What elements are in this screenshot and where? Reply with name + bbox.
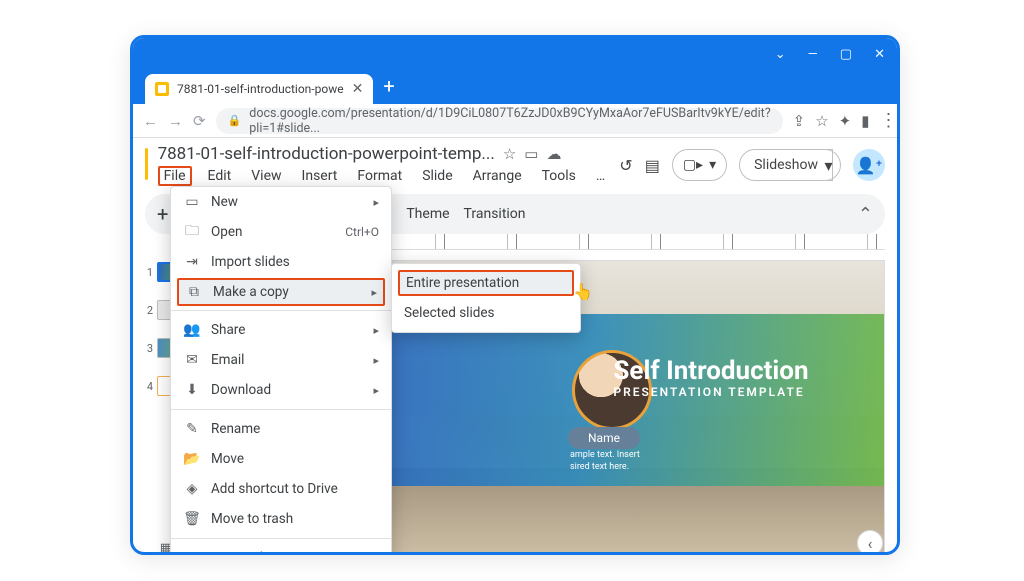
slides-favicon-icon bbox=[155, 82, 169, 96]
menu-add-shortcut[interactable]: ◈Add shortcut to Drive bbox=[171, 474, 391, 504]
menu-arrange[interactable]: Arrange bbox=[469, 166, 526, 186]
chevron-down-icon: ▾ bbox=[709, 157, 716, 173]
move-doc-icon[interactable]: ▭ bbox=[524, 145, 538, 163]
window-titlebar: ⌄ ― ▢ ✕ bbox=[133, 38, 897, 70]
drive-shortcut-icon: ◈ bbox=[183, 481, 201, 497]
menu-tools[interactable]: Tools bbox=[538, 166, 580, 186]
nav-reload-icon[interactable]: ⟳ bbox=[193, 112, 206, 130]
slides-logo-icon[interactable] bbox=[145, 148, 148, 180]
submenu-entire-presentation[interactable]: Entire presentation bbox=[398, 270, 574, 296]
chevron-right-icon: ▸ bbox=[373, 196, 379, 209]
url-text: docs.google.com/presentation/d/1D9CiL080… bbox=[249, 106, 770, 136]
tab-strip: 7881-01-self-introduction-powe ✕ + bbox=[133, 70, 897, 104]
folder-icon: 🗀 bbox=[183, 220, 201, 244]
email-icon: ✉ bbox=[183, 352, 201, 368]
menu-insert[interactable]: Insert bbox=[298, 166, 342, 186]
menu-move[interactable]: 📂Move bbox=[171, 444, 391, 474]
menu-new[interactable]: ▭New▸ bbox=[171, 187, 391, 217]
omnibox[interactable]: 🔒 docs.google.com/presentation/d/1D9CiL0… bbox=[216, 108, 783, 134]
profile-icon[interactable]: ▮ bbox=[861, 112, 869, 130]
toolbar-right: ⇪ ☆ ✦ ▮ ⋮ bbox=[793, 110, 898, 131]
slide-title: Self Introduction bbox=[613, 356, 808, 386]
share-button[interactable]: 👤⁺ bbox=[853, 149, 885, 181]
window-chevron-icon[interactable]: ⌄ bbox=[775, 47, 786, 62]
history-icon: ↻ bbox=[183, 550, 201, 555]
comments-icon[interactable]: ▤ bbox=[645, 156, 660, 175]
extensions-icon[interactable]: ✦ bbox=[839, 112, 852, 130]
slide-subtitle: PRESENTATION TEMPLATE bbox=[613, 385, 804, 399]
thumb-num: 4 bbox=[147, 380, 153, 393]
menu-rename[interactable]: ✎Rename bbox=[171, 414, 391, 444]
pencil-icon: ✎ bbox=[183, 421, 201, 437]
trash-icon: 🗑 bbox=[183, 511, 201, 527]
toolbar-transition[interactable]: Transition bbox=[464, 206, 526, 222]
share-url-icon[interactable]: ⇪ bbox=[793, 112, 806, 130]
thumb-num: 1 bbox=[147, 266, 153, 279]
nav-forward-icon[interactable]: → bbox=[168, 112, 183, 130]
share-icon: 👥 bbox=[183, 322, 201, 338]
menu-file[interactable]: File bbox=[158, 166, 192, 186]
menu-make-copy[interactable]: ⧉Make a copy▸ bbox=[177, 278, 385, 306]
make-copy-submenu: Entire presentation Selected slides bbox=[391, 263, 581, 333]
nav-back-icon[interactable]: ← bbox=[143, 112, 158, 130]
menu-format[interactable]: Format bbox=[353, 166, 406, 186]
camera-icon: ▢▸ bbox=[683, 157, 703, 173]
download-icon: ⬇ bbox=[183, 382, 201, 398]
window-minimize-icon[interactable]: ― bbox=[808, 47, 818, 62]
menu-slide[interactable]: Slide bbox=[418, 166, 456, 186]
menu-trash[interactable]: 🗑Move to trash bbox=[171, 504, 391, 534]
menu-edit[interactable]: Edit bbox=[204, 166, 236, 186]
toolbar-theme[interactable]: Theme bbox=[406, 206, 449, 222]
menubar: File Edit View Insert Format Slide Arran… bbox=[158, 166, 610, 186]
history-icon[interactable]: ↺ bbox=[619, 156, 632, 175]
import-icon: ⇥ bbox=[183, 254, 201, 270]
lock-icon: 🔒 bbox=[228, 114, 242, 127]
tab-close-icon[interactable]: ✕ bbox=[352, 81, 364, 97]
ruler bbox=[363, 234, 885, 250]
chevron-right-icon: ▸ bbox=[373, 354, 379, 367]
new-icon: ▭ bbox=[183, 194, 201, 210]
thumb-num: 2 bbox=[147, 304, 153, 317]
menu-view[interactable]: View bbox=[247, 166, 285, 186]
explore-button[interactable]: ‹ bbox=[857, 530, 883, 555]
tab-title: 7881-01-self-introduction-powe bbox=[177, 82, 344, 96]
browser-window: ⌄ ― ▢ ✕ 7881-01-self-introduction-powe ✕… bbox=[130, 35, 900, 555]
sample-text: ample text. Insertsired text here. bbox=[570, 450, 640, 473]
new-tab-button[interactable]: + bbox=[383, 74, 394, 98]
star-icon[interactable]: ☆ bbox=[815, 112, 828, 130]
window-maximize-icon[interactable]: ▢ bbox=[840, 47, 852, 62]
menu-version-history[interactable]: ↻Version history▸ bbox=[171, 543, 391, 555]
toolbar-collapse-icon[interactable]: ⌃ bbox=[858, 204, 873, 225]
menu-download[interactable]: ⬇Download▸ bbox=[171, 375, 391, 405]
menu-share[interactable]: 👥Share▸ bbox=[171, 315, 391, 345]
chevron-right-icon: ▸ bbox=[373, 552, 379, 556]
menu-email[interactable]: ✉Email▸ bbox=[171, 345, 391, 375]
menu-import-slides[interactable]: ⇥Import slides bbox=[171, 247, 391, 277]
thumb-num: 3 bbox=[147, 342, 153, 355]
address-bar: ← → ⟳ 🔒 docs.google.com/presentation/d/1… bbox=[133, 104, 897, 138]
pointer-cursor-icon: 👆 bbox=[573, 282, 593, 301]
cloud-status-icon[interactable]: ☁ bbox=[546, 145, 561, 163]
window-close-icon[interactable]: ✕ bbox=[874, 47, 885, 62]
chevron-right-icon: ▸ bbox=[373, 324, 379, 337]
move-icon: 📂 bbox=[183, 451, 201, 467]
chevron-right-icon: ▸ bbox=[371, 286, 377, 299]
slides-header: 7881-01-self-introduction-powerpoint-tem… bbox=[133, 138, 897, 186]
doc-title[interactable]: 7881-01-self-introduction-powerpoint-tem… bbox=[158, 144, 495, 164]
copy-icon: ⧉ bbox=[185, 284, 203, 300]
star-doc-icon[interactable]: ☆ bbox=[503, 145, 516, 163]
new-slide-button[interactable]: + bbox=[157, 202, 168, 226]
file-dropdown-menu: ▭New▸ 🗀OpenCtrl+O ⇥Import slides ⧉Make a… bbox=[170, 186, 392, 555]
browser-tab[interactable]: 7881-01-self-introduction-powe ✕ bbox=[145, 74, 373, 104]
person-plus-icon: 👤⁺ bbox=[856, 156, 882, 175]
submenu-selected-slides[interactable]: Selected slides bbox=[392, 298, 580, 328]
chevron-right-icon: ▸ bbox=[373, 384, 379, 397]
meet-button[interactable]: ▢▸ ▾ bbox=[672, 149, 727, 181]
name-pill: Name bbox=[568, 427, 640, 449]
chrome-menu-icon[interactable]: ⋮ bbox=[880, 110, 898, 131]
menu-open[interactable]: 🗀OpenCtrl+O bbox=[171, 217, 391, 247]
menu-more[interactable]: … bbox=[592, 166, 609, 186]
slideshow-dropdown[interactable]: ▾ bbox=[817, 149, 841, 181]
